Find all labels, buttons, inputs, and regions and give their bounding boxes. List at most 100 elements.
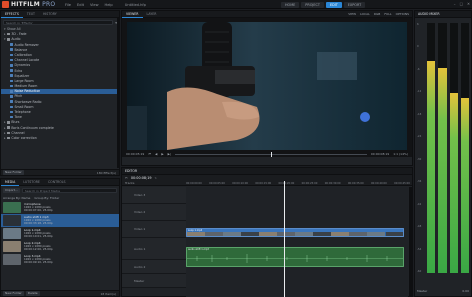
timeline-timecode[interactable]: 00:00:08;19 [131,176,152,180]
rgb-dropdown[interactable]: RGB [374,12,380,16]
audio-track-header[interactable]: Master [122,274,186,288]
viewer-scrubber[interactable] [174,151,367,157]
nav-tab-edit[interactable]: EDIT [325,1,342,8]
media-item[interactable]: Loop 1.mp4 1920 x 1080 pixels 00:00:10:01,… [1,227,119,240]
nav-tab-export[interactable]: EXPORT [343,1,366,8]
effects-panel: EFFECTS TEXT HISTORY Search in 'Effects' ▾… [0,10,120,176]
full-dropdown[interactable]: FULL [384,12,391,16]
db-tick: -12 [417,90,422,94]
ruler-tick: 00:00:00:00 [186,181,202,185]
ruler-tick: 00:00:10:00 [232,181,249,185]
menu-item-edit[interactable]: Edit [77,3,84,7]
effects-panel-tabs: EFFECTS TEXT HISTORY [1,11,119,18]
viewer-scrubber-head[interactable] [270,151,272,157]
view-dropdown[interactable]: VIEW [348,12,356,16]
tab-lutstore[interactable]: LUTSTORE [19,179,44,186]
video-clip[interactable]: Loop 1.mp4 [186,228,404,237]
effect-icon [10,74,13,77]
media-search-input[interactable]: Search in Project Media [21,188,117,193]
level-meter [449,23,458,273]
tab-effects[interactable]: EFFECTS [1,11,23,18]
media-item[interactable]: microphone 1920 x 1080 pixels 00:00:07:00,… [1,201,119,214]
viewer-time-right: 00:00:08:19 [370,152,390,156]
nav-tab-project[interactable]: PROJECT [301,1,324,8]
effect-icon [10,84,13,88]
media-item[interactable]: audio shift 1 mp3 1920 x 1080 pixels 00:00… [1,214,119,227]
tab-viewer[interactable]: VIEWER [122,11,143,18]
audio-track-header[interactable]: Audio 1 [122,238,186,260]
db-tick: -54 [417,247,422,251]
folder-icon [7,126,11,129]
video-frame [127,22,407,150]
options-dropdown[interactable]: OPTIONS [396,12,409,16]
level-meter-fill [460,98,469,273]
timeline-scrollbar[interactable] [409,187,412,297]
effects-footer: New Folder 180 Effect(s) [1,169,119,175]
audio-clip[interactable]: audio shift 1.mp3 [186,247,404,267]
razor-tool-icon[interactable]: ✂ [125,176,128,180]
audio-meters [427,23,469,273]
tab-media[interactable]: MEDIA [1,179,20,186]
effects-search-input[interactable]: Search in 'Effects' [3,20,114,25]
editor-title-bar: EDITOR [122,168,412,175]
effects-folder[interactable]: ▸ Color correction [1,136,119,141]
master-value[interactable]: 0.00 [462,289,469,293]
minimize-icon[interactable]: – [454,2,456,6]
effects-tree: ▸ 3D - Fade ▾ Audio Audio Remover Balance Cali… [1,32,119,141]
menu-item-view[interactable]: View [90,3,99,7]
viewer-tabs-bar: VIEWER LAYER VIEW LOCAL RGB FULL OPTIONS [122,11,412,18]
effects-scrollbar[interactable] [117,18,119,168]
video-track-header[interactable]: Video 1 [122,221,186,238]
viewer-zoom[interactable]: 1:1 (14%) [393,152,408,156]
effects-item-label: Balance [14,47,28,52]
step-back-icon[interactable]: ◀ [155,152,157,156]
tab-text[interactable]: TEXT [23,11,39,18]
media-item[interactable]: Loop 2.mp4 1920 x 1080 pixels 00:00:12:00,… [1,240,119,253]
db-tick: -18 [417,112,422,116]
group-by-select[interactable]: Group By: Folder [34,196,59,200]
app-logo: HITFILM PRO [11,1,55,8]
timeline-playhead[interactable] [283,181,285,297]
effect-icon [10,64,13,67]
effect-icon [10,89,13,93]
media-item[interactable]: Loop 3.mp4 1920 x 1080 pixels 00:00:09:10,… [1,253,119,266]
menu-item-file[interactable]: File [65,3,71,7]
effects-item-label: Small Room [14,104,34,109]
play-icon[interactable]: ▶ [161,152,163,156]
arrange-by-select[interactable]: Arrange By: Name [3,196,30,200]
effects-item-label: 3D - Fade [11,32,27,37]
media-list: microphone 1920 x 1080 pixels 00:00:07:00,… [1,201,119,266]
nav-tab-home[interactable]: HOME [281,1,300,8]
menu-item-help[interactable]: Help [105,3,113,7]
timeline-ruler[interactable]: 00:00:00:00 00:00:05:00 00:00:10:00 00:00:1… [186,182,412,185]
video-track-header[interactable]: Video 3 [122,187,186,204]
close-icon[interactable]: ✕ [467,2,470,6]
timeline-ruler-row: Tracks 00:00:00:00 00:00:05:00 00:00:10:00… [122,181,412,186]
master-label: Master [417,289,428,293]
ruler-tick: 00:00:20:00 [278,181,295,185]
import-button[interactable]: Import... [3,188,20,193]
media-new-folder-button[interactable]: New Folder [3,291,24,296]
go-start-icon[interactable]: ⏮ [148,152,151,156]
db-tick: -6 [417,67,420,71]
viewer-controls: 00:00:05:19 ⏮ ◀ ▶ ▶| 00:00:08:19 1:1 (14… [126,151,408,157]
media-delete-button[interactable]: Delete [25,291,40,296]
audio-track-header[interactable]: Audio 2 [122,260,186,274]
folder-icon [7,121,11,124]
local-dropdown[interactable]: LOCAL [360,12,370,16]
tab-layer[interactable]: LAYER [143,11,161,18]
step-forward-icon[interactable]: ▶| [168,152,171,156]
level-meter [460,23,469,273]
media-thumbnail [3,254,21,265]
media-count: 18 Item(s) [100,291,116,296]
viewer-canvas[interactable]: 00:00:05:19 ⏮ ◀ ▶ ▶| 00:00:08:19 1:1 (14… [122,18,412,157]
video-track-header[interactable]: Video 2 [122,204,186,221]
folder-icon [7,131,11,135]
audio-mixer-title-bar: AUDIO MIXER [415,11,471,18]
tab-controls[interactable]: CONTROLS [44,179,70,186]
maximize-icon[interactable]: □ [460,2,463,6]
snap-icon[interactable]: ⌁ [155,176,157,180]
ruler-tick: 00:00:35:00 [347,181,364,185]
new-folder-button[interactable]: New Folder [3,170,24,175]
tab-history[interactable]: HISTORY [39,11,61,18]
